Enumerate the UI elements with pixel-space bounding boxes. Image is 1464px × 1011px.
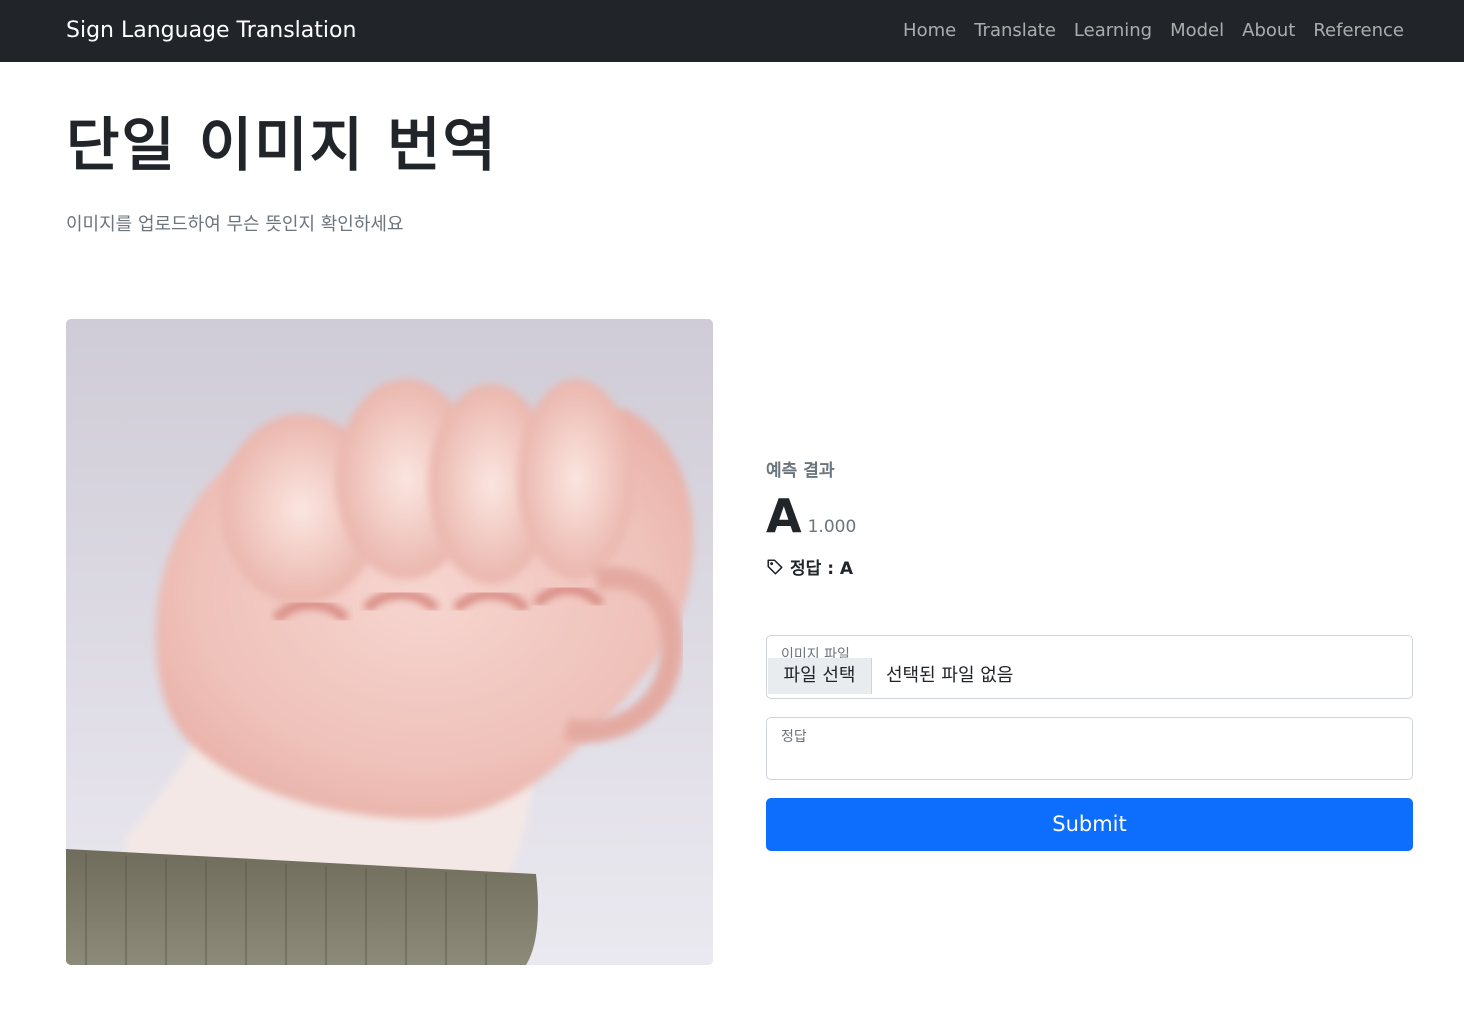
answer-field[interactable]: 정답 [766,717,1413,780]
hand-fist-illustration [66,319,713,965]
nav-link-learning[interactable]: Learning [1074,19,1152,43]
navbar-brand[interactable]: Sign Language Translation [66,17,356,45]
answer-row: 정답 : A [766,557,853,581]
file-status-text: 선택된 파일 없음 [886,665,1014,686]
prediction-label: 예측 결과 [766,461,835,481]
prediction-score: 1.000 [807,517,857,537]
nav-link-translate[interactable]: Translate [974,19,1056,43]
nav-link-about[interactable]: About [1242,19,1295,43]
prediction-result: A 1.000 [766,490,856,542]
prediction-letter: A [766,489,802,543]
tag-icon [766,558,784,581]
answer-input[interactable] [767,718,1412,779]
choose-file-button[interactable]: 파일 선택 [768,658,872,694]
page-title: 단일 이미지 번역 [66,111,498,179]
navbar: Sign Language Translation Home Translate… [0,0,1464,62]
nav-link-reference[interactable]: Reference [1313,19,1404,43]
page-subtitle: 이미지를 업로드하여 무슨 뜻인지 확인하세요 [66,214,404,235]
nav-link-home[interactable]: Home [903,19,956,43]
uploaded-hand-image [66,319,713,965]
answer-text: 정답 : A [790,559,854,579]
submit-button[interactable]: Submit [766,798,1413,851]
nav-link-model[interactable]: Model [1170,19,1224,43]
nav-links: Home Translate Learning Model About Refe… [903,19,1404,43]
image-file-field[interactable]: 이미지 파일 파일 선택 선택된 파일 없음 [766,635,1413,699]
